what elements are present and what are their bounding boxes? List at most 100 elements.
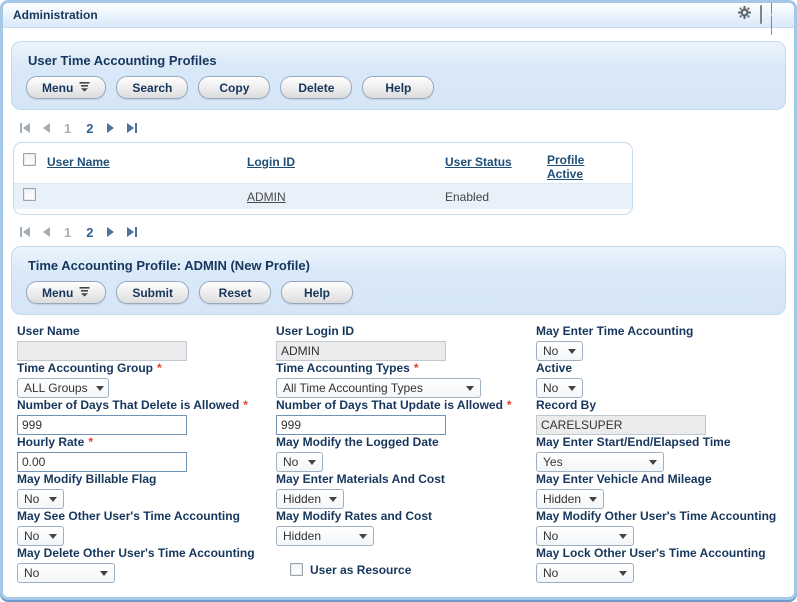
field-label: May Delete Other User's Time Accounting — [17, 546, 276, 560]
required-marker: * — [157, 361, 162, 375]
last-page-icon[interactable] — [125, 226, 138, 238]
user-login-id-input — [276, 341, 446, 361]
field-may-enter-vehicle-mileage: May Enter Vehicle And Mileage Hidden — [536, 472, 786, 509]
next-page-icon[interactable] — [105, 122, 116, 134]
field-label: May Enter Vehicle And Mileage — [536, 472, 786, 486]
field-may-enter-materials-cost: May Enter Materials And Cost Hidden — [276, 472, 536, 509]
field-label: User Login ID — [276, 324, 536, 338]
days-delete-allowed-input[interactable] — [17, 415, 187, 435]
help-button[interactable]: Help — [281, 281, 353, 304]
header-login-id[interactable]: Login ID — [247, 155, 295, 169]
page-number-link[interactable]: 2 — [83, 225, 96, 240]
row-checkbox[interactable] — [23, 188, 36, 201]
field-label: May Lock Other User's Time Accounting — [536, 546, 786, 560]
field-label: Active — [536, 361, 786, 375]
field-may-lock-other-time: May Lock Other User's Time Accounting No — [536, 546, 786, 583]
chevron-down-icon — [466, 386, 474, 391]
menu-button[interactable]: Menu — [26, 76, 106, 99]
row-login-id-link[interactable]: ADMIN — [247, 190, 286, 204]
may-enter-start-end-elapsed-select[interactable]: Yes — [536, 452, 664, 472]
chevron-down-icon — [619, 571, 627, 576]
required-marker: * — [243, 398, 248, 412]
required-marker: * — [414, 361, 419, 375]
may-delete-other-time-select[interactable]: No — [17, 563, 115, 583]
select-all-checkbox[interactable] — [23, 153, 36, 166]
select-value: ALL Groups — [24, 381, 88, 395]
help-button[interactable]: Help — [362, 76, 434, 99]
user-as-resource-checkbox[interactable] — [290, 563, 303, 576]
header-user-name[interactable]: User Name — [47, 155, 110, 169]
chevron-down-icon — [308, 460, 316, 465]
window-controls — [738, 0, 784, 35]
next-page-icon[interactable] — [105, 226, 116, 238]
may-modify-billable-flag-select[interactable]: No — [17, 489, 64, 509]
required-marker: * — [88, 435, 93, 449]
delete-button[interactable]: Delete — [280, 76, 352, 99]
header-user-status[interactable]: User Status — [445, 155, 512, 169]
may-modify-rates-cost-select[interactable]: Hidden — [276, 526, 374, 546]
detail-panel: Time Accounting Profile: ADMIN (New Prof… — [11, 246, 786, 315]
first-page-icon — [19, 226, 32, 238]
reset-button[interactable]: Reset — [199, 281, 271, 304]
pagination-top: 1 2 — [19, 120, 794, 136]
profiles-panel: User Time Accounting Profiles Menu Searc… — [11, 41, 786, 110]
search-button[interactable]: Search — [116, 76, 188, 99]
maximize-icon[interactable] — [771, 0, 772, 35]
time-accounting-types-select[interactable]: All Time Accounting Types — [276, 378, 481, 398]
select-value: No — [543, 344, 558, 358]
prev-page-icon — [41, 122, 52, 134]
field-label: May See Other User's Time Accounting — [17, 509, 276, 523]
field-label: May Enter Time Accounting — [536, 324, 786, 338]
header-profile-active[interactable]: Profile Active — [547, 153, 599, 181]
record-by-input — [536, 415, 706, 435]
active-select[interactable]: No — [536, 378, 583, 398]
submit-button[interactable]: Submit — [116, 281, 189, 304]
field-may-enter-time-accounting: May Enter Time Accounting No — [536, 324, 786, 361]
gear-icon[interactable] — [738, 6, 751, 24]
field-may-delete-other-time: May Delete Other User's Time Accounting … — [17, 546, 276, 583]
row-user-status: Enabled — [445, 190, 489, 204]
field-days-delete-allowed: Number of Days That Delete is Allowed * — [17, 398, 276, 435]
last-page-icon[interactable] — [125, 122, 138, 134]
select-value: Hidden — [283, 492, 321, 506]
time-accounting-group-select[interactable]: ALL Groups — [17, 378, 109, 398]
field-label: Time Accounting Types — [276, 361, 410, 375]
detail-toolbar: Menu Submit Reset Help — [26, 281, 771, 304]
days-update-allowed-input[interactable] — [276, 415, 446, 435]
menu-button[interactable]: Menu — [26, 281, 106, 304]
hourly-rate-input[interactable] — [17, 452, 187, 472]
field-label: User Name — [17, 324, 276, 338]
menu-button-label: Menu — [42, 286, 73, 300]
field-user-login-id: User Login ID — [276, 324, 536, 361]
may-lock-other-time-select[interactable]: No — [536, 563, 634, 583]
page-title: Administration — [13, 8, 98, 22]
field-label: Number of Days That Delete is Allowed — [17, 398, 239, 412]
chevron-down-icon — [329, 497, 337, 502]
may-modify-logged-date-select[interactable]: No — [276, 452, 323, 472]
field-label: May Enter Materials And Cost — [276, 472, 536, 486]
profiles-table: User Name Login ID User Status Profile A… — [13, 142, 633, 215]
profiles-toolbar: Menu Search Copy Delete Help — [26, 76, 771, 99]
field-days-update-allowed: Number of Days That Update is Allowed* — [276, 398, 536, 435]
field-label: Record By — [536, 398, 786, 412]
profile-form: User Name User Login ID May Enter Time A… — [17, 324, 794, 583]
may-enter-time-accounting-select[interactable]: No — [536, 341, 583, 361]
select-value: No — [543, 566, 558, 580]
may-modify-other-time-select[interactable]: No — [536, 526, 634, 546]
may-enter-materials-cost-select[interactable]: Hidden — [276, 489, 344, 509]
field-may-modify-billable-flag: May Modify Billable Flag No — [17, 472, 276, 509]
chevron-down-icon — [96, 386, 104, 391]
page-number-link[interactable]: 2 — [83, 121, 96, 136]
select-value: No — [24, 566, 39, 580]
may-see-other-time-select[interactable]: No — [17, 526, 64, 546]
select-value: All Time Accounting Types — [283, 381, 423, 395]
select-value: Hidden — [543, 492, 581, 506]
select-value: Yes — [543, 455, 563, 469]
prev-page-icon — [41, 226, 52, 238]
may-enter-vehicle-mileage-select[interactable]: Hidden — [536, 489, 604, 509]
page-number-current: 1 — [61, 225, 74, 240]
field-label: Time Accounting Group — [17, 361, 153, 375]
minimize-icon[interactable] — [760, 6, 762, 24]
copy-button[interactable]: Copy — [198, 76, 270, 99]
user-name-input — [17, 341, 187, 361]
